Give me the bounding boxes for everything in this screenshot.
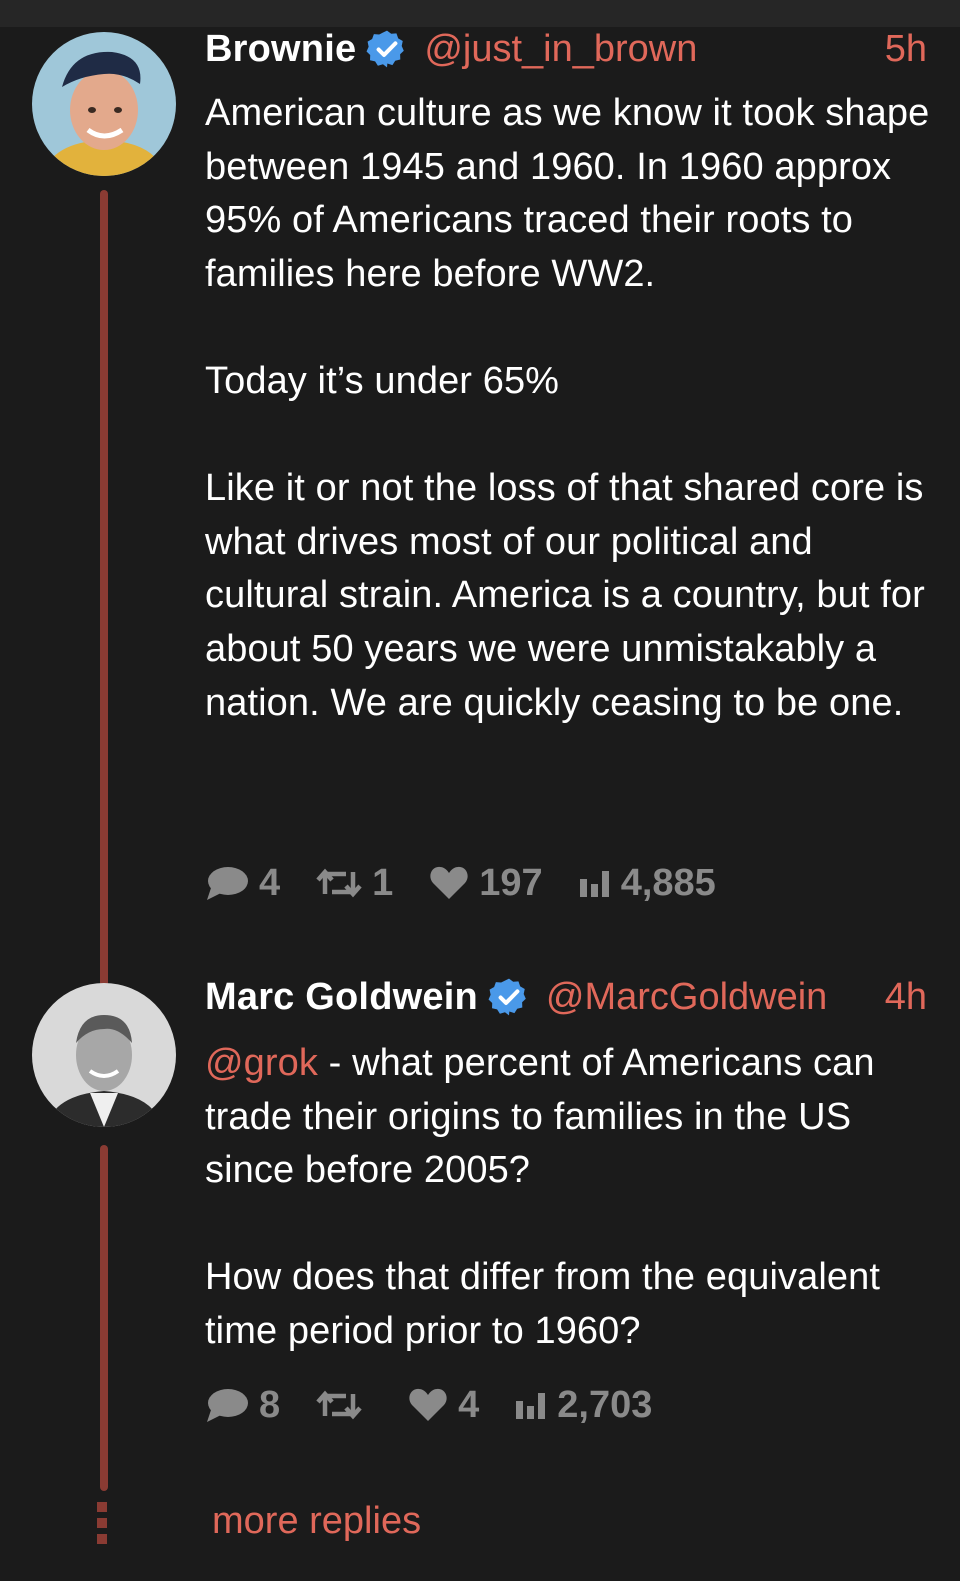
like-count: 4 <box>458 1383 480 1426</box>
avatar[interactable] <box>32 983 176 1127</box>
views-button[interactable]: 2,703 <box>515 1384 652 1427</box>
timestamp[interactable]: 4h <box>885 976 927 1019</box>
top-bar <box>0 0 960 27</box>
tweet-paragraph: @grok - what percent of Americans can tr… <box>205 1037 930 1198</box>
like-icon <box>430 866 468 899</box>
tweet-paragraph: American culture as we know it took shap… <box>205 92 930 295</box>
avatar[interactable] <box>32 32 176 176</box>
repost-button[interactable]: 1 <box>316 862 393 905</box>
timestamp[interactable]: 5h <box>885 28 927 71</box>
like-icon <box>409 1388 447 1421</box>
repost-count: 1 <box>372 861 394 904</box>
action-bar: 8 4 2,703 <box>205 1380 688 1430</box>
author-handle[interactable]: @MarcGoldwein <box>546 976 865 1019</box>
tweet-header: Brownie @just_in_brown 5h <box>205 24 927 74</box>
repost-icon <box>316 1390 362 1420</box>
verified-badge-icon <box>488 978 526 1016</box>
view-count: 2,703 <box>557 1383 653 1426</box>
views-icon <box>579 871 609 897</box>
action-bar: 4 1 197 4,885 <box>205 858 752 908</box>
more-replies-link[interactable]: more replies <box>212 1500 421 1543</box>
thread-line <box>100 190 108 1000</box>
author-name[interactable]: Marc Goldwein <box>205 976 478 1019</box>
mention-link[interactable]: @grok <box>205 1042 318 1084</box>
tweet-header: Marc Goldwein @MarcGoldwein 4h <box>205 972 927 1022</box>
reply-count: 8 <box>259 1383 281 1426</box>
views-icon <box>516 1393 546 1419</box>
tweet-paragraph: Like it or not the loss of that shared c… <box>205 467 925 724</box>
like-count: 197 <box>479 861 543 904</box>
thread-line <box>100 1145 108 1491</box>
reply-count: 4 <box>259 861 281 904</box>
repost-icon <box>316 868 362 898</box>
more-replies-dots-icon <box>97 1502 111 1544</box>
repost-button[interactable] <box>316 1388 372 1422</box>
view-count: 4,885 <box>620 861 716 904</box>
reply-icon <box>207 1389 248 1422</box>
like-button[interactable]: 4 <box>408 1384 479 1427</box>
tweet-paragraph: How does that differ from the equivalent… <box>205 1256 881 1352</box>
author-name[interactable]: Brownie <box>205 28 356 71</box>
reply-button[interactable]: 4 <box>205 862 280 905</box>
reply-icon <box>207 867 248 900</box>
tweet-text: American culture as we know it took shap… <box>205 87 930 730</box>
views-button[interactable]: 4,885 <box>579 862 716 905</box>
verified-badge-icon <box>366 30 405 68</box>
author-handle[interactable]: @just_in_brown <box>424 28 864 71</box>
reply-button[interactable]: 8 <box>205 1384 280 1427</box>
tweet-text: @grok - what percent of Americans can tr… <box>205 1037 930 1359</box>
like-button[interactable]: 197 <box>429 861 543 905</box>
tweet-paragraph: Today it’s under 65% <box>205 359 560 402</box>
